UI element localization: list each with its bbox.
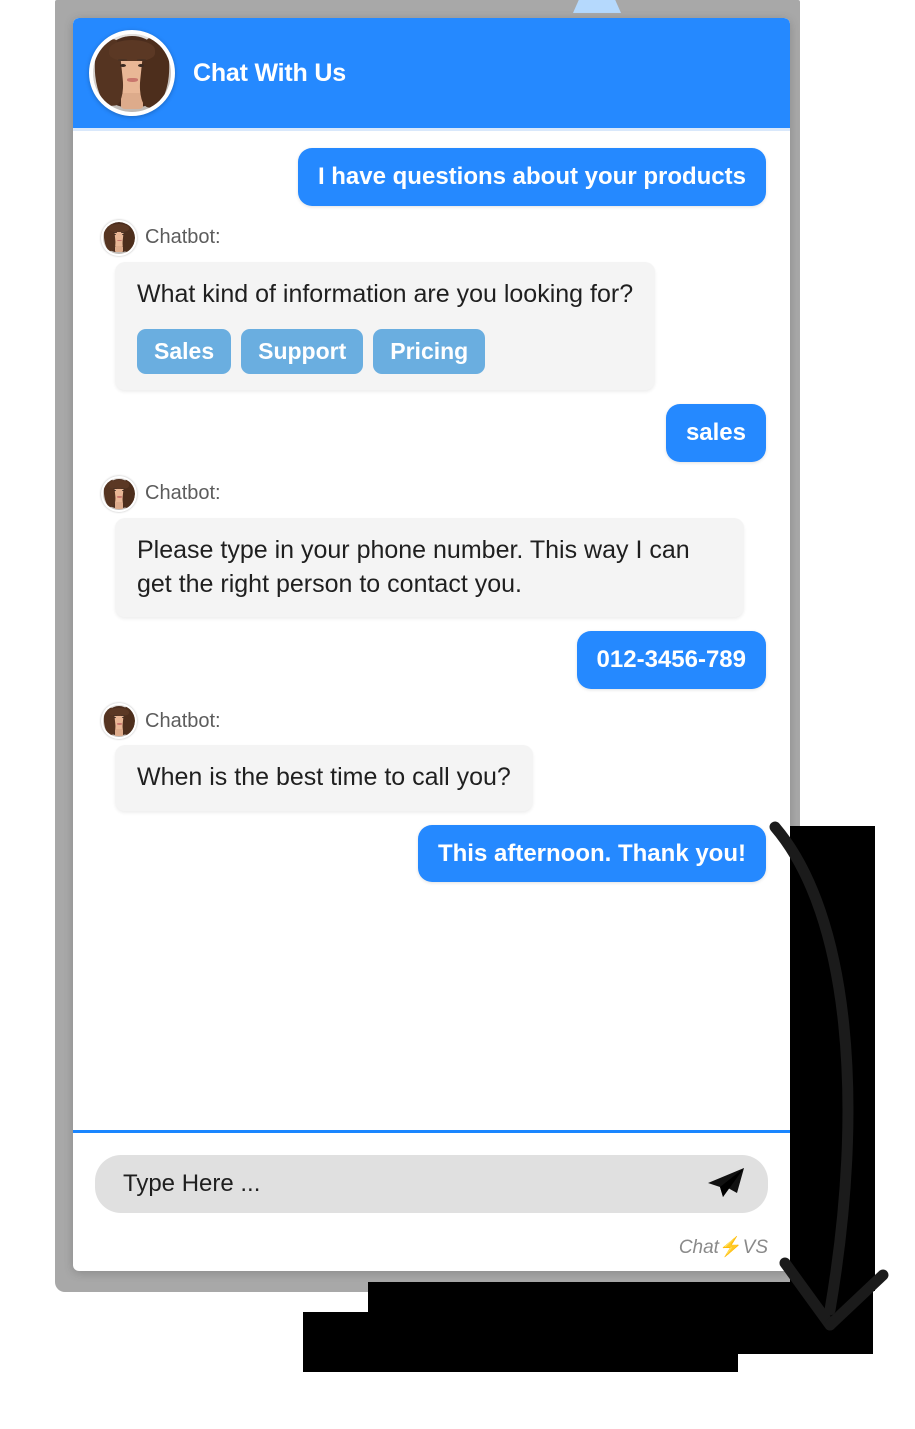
user-message-bubble: This afternoon. Thank you! <box>417 824 766 883</box>
bot-message-bubble: What kind of information are you looking… <box>115 261 656 391</box>
redacted-block <box>303 1312 738 1372</box>
bot-sender-line: Chatbot: <box>101 703 221 740</box>
user-message-bubble: sales <box>665 404 766 462</box>
bot-message-bubble: When is the best time to call you? <box>115 745 533 811</box>
message-row: 012-3456-789 <box>97 631 766 690</box>
bot-sender-label: Chatbot: <box>145 482 221 505</box>
bot-sender-line: Chatbot: <box>101 475 221 512</box>
send-button[interactable] <box>704 1166 746 1203</box>
avatar-face-illustration <box>93 34 171 112</box>
lightning-bolt-icon: ⚡ <box>718 1237 743 1258</box>
bot-sender-label: Chatbot: <box>145 226 221 249</box>
composer-pill[interactable] <box>95 1155 768 1213</box>
send-paper-plane-icon <box>704 1166 746 1203</box>
user-message-bubble: 012-3456-789 <box>576 631 766 690</box>
message-row: Chatbot: When is the best time to call y… <box>97 703 766 811</box>
message-row: This afternoon. Thank you! <box>97 824 766 883</box>
quick-reply-sales[interactable]: Sales <box>137 329 232 375</box>
branding-prefix: Chat <box>678 1237 719 1258</box>
bot-sender-label: Chatbot: <box>145 709 221 732</box>
message-input[interactable] <box>121 1169 704 1199</box>
quick-reply-group: Sales Support Pricing <box>137 329 633 375</box>
quick-reply-pricing[interactable]: Pricing <box>373 329 486 375</box>
branding-label: Chat⚡VS <box>73 1221 790 1271</box>
chat-header: Chat With Us <box>73 18 790 131</box>
message-list: I have questions about your products Cha… <box>73 128 790 1130</box>
annotation-arrow <box>769 821 889 1331</box>
bot-avatar-icon <box>101 475 137 512</box>
bot-message-text: What kind of information are you looking… <box>137 279 634 308</box>
bot-message-bubble: Please type in your phone number. This w… <box>115 517 744 618</box>
bot-avatar-icon <box>101 703 137 740</box>
header-underline <box>73 128 790 131</box>
message-row: I have questions about your products <box>97 148 766 206</box>
chat-header-title: Chat With Us <box>193 58 346 87</box>
bot-avatar-icon <box>101 219 137 256</box>
message-row: Chatbot: What kind of information are yo… <box>97 219 766 391</box>
message-row: sales <box>97 404 766 462</box>
chat-widget: Chat With Us I have questions about your… <box>73 18 790 1271</box>
quick-reply-support[interactable]: Support <box>241 329 364 375</box>
bot-sender-line: Chatbot: <box>101 219 221 256</box>
agent-avatar <box>89 30 175 116</box>
user-message-bubble: I have questions about your products <box>297 148 766 206</box>
top-tab-notch <box>573 0 621 13</box>
composer-area <box>73 1133 790 1221</box>
message-row: Chatbot: Please type in your phone numbe… <box>97 475 766 618</box>
